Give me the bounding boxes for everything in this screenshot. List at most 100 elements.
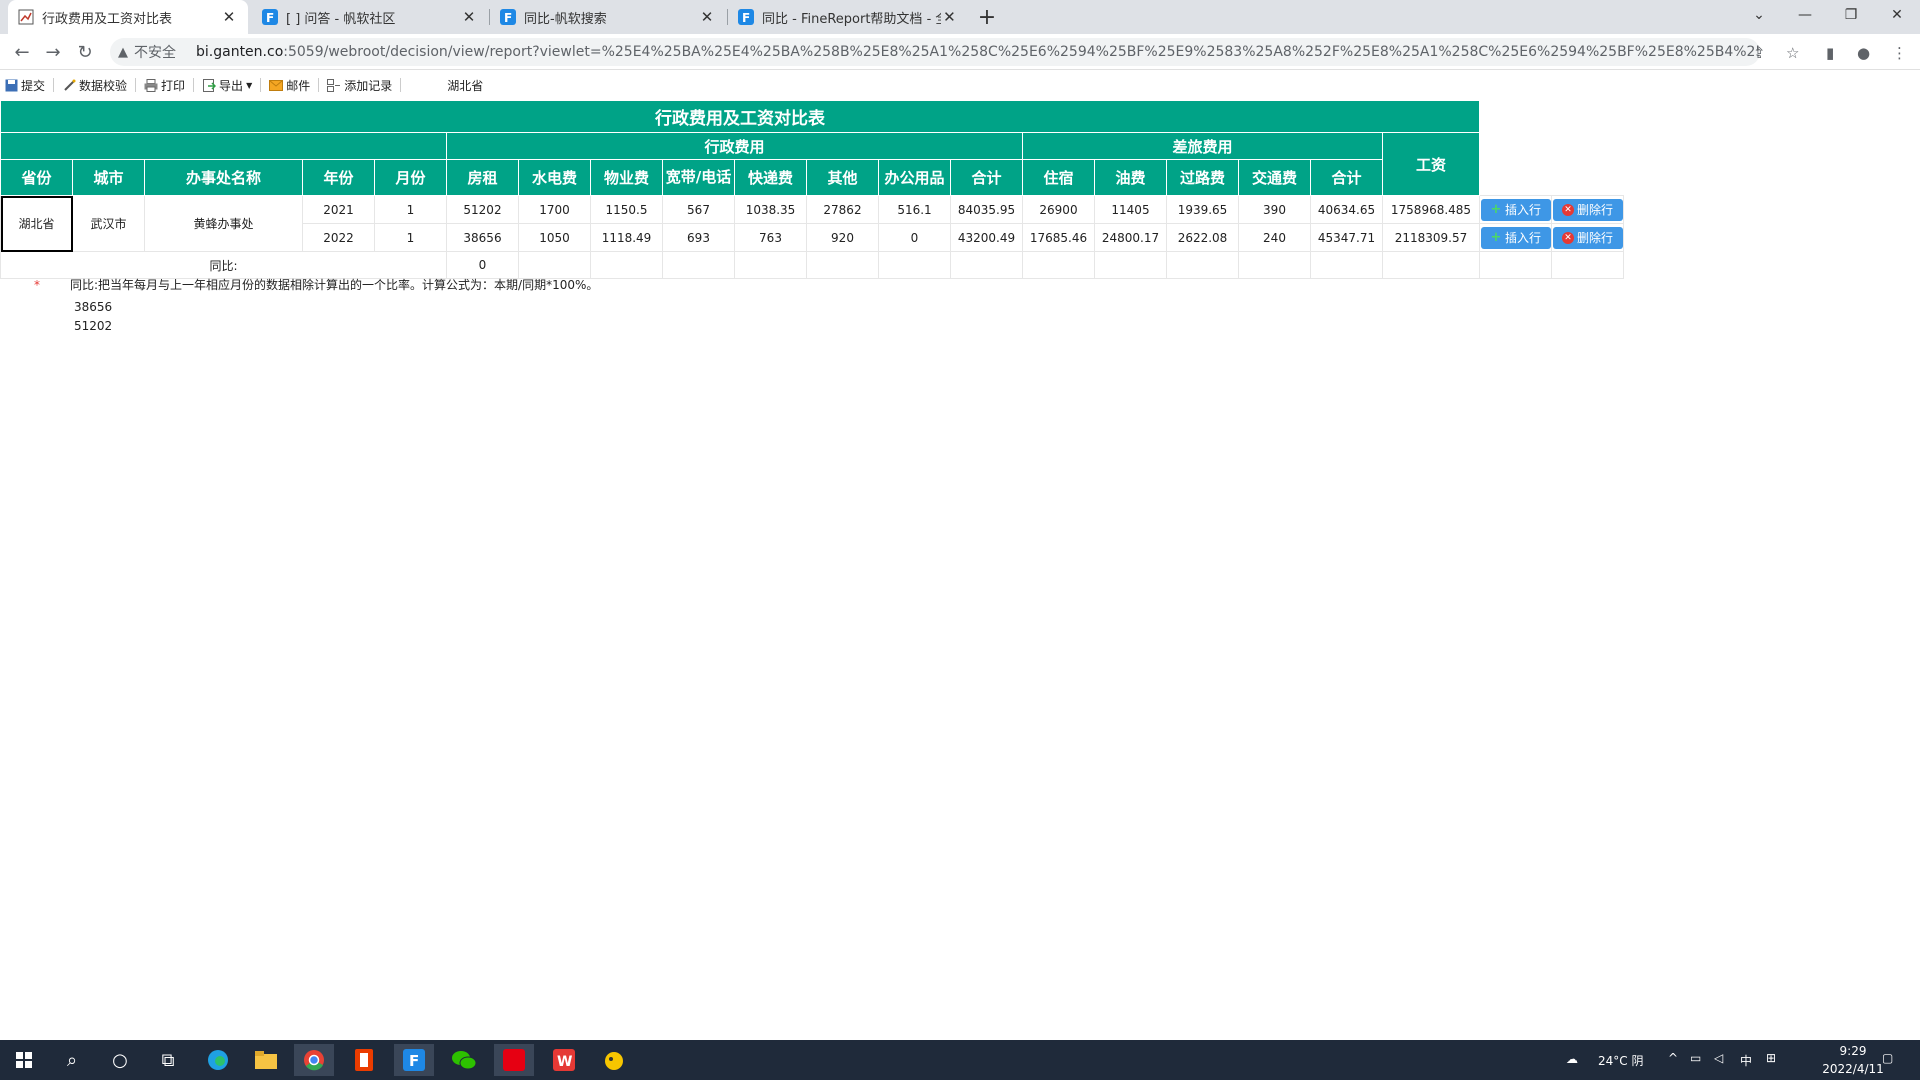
minimize-icon[interactable]: — bbox=[1782, 0, 1828, 30]
transport-cell[interactable]: 240 bbox=[1238, 223, 1311, 252]
add-record-button[interactable]: 添加记录 bbox=[323, 74, 396, 96]
report-title: 行政费用及工资对比表 bbox=[0, 100, 1480, 133]
restore-icon[interactable]: ❐ bbox=[1828, 0, 1874, 30]
wechat-icon[interactable] bbox=[444, 1044, 484, 1076]
windows-start-icon[interactable] bbox=[4, 1044, 44, 1076]
ime-mode-icon[interactable]: ⊞ bbox=[1766, 1051, 1776, 1065]
tray-expand-icon[interactable]: ^ bbox=[1668, 1051, 1678, 1065]
office-icon[interactable] bbox=[344, 1044, 384, 1076]
wps-icon[interactable]: W bbox=[544, 1044, 584, 1076]
weather-text[interactable]: 24°C 阴 bbox=[1598, 1052, 1643, 1069]
salary-cell[interactable]: 2118309.57 bbox=[1382, 223, 1480, 252]
rent-cell[interactable]: 51202 bbox=[446, 195, 519, 224]
side-panel-icon[interactable]: ▮ bbox=[1826, 44, 1834, 62]
utility-cell[interactable]: 1700 bbox=[518, 195, 591, 224]
broadband-cell[interactable]: 693 bbox=[662, 223, 735, 252]
broadband-cell[interactable]: 567 bbox=[662, 195, 735, 224]
toll-cell[interactable]: 2622.08 bbox=[1166, 223, 1239, 252]
share-icon[interactable]: ⇪ bbox=[1753, 44, 1766, 62]
tab-community[interactable]: F [ ] 问答 - 帆软社区 ✕ bbox=[252, 0, 488, 34]
menu-icon[interactable]: ⋮ bbox=[1892, 44, 1907, 62]
reload-icon[interactable]: ↻ bbox=[73, 40, 97, 64]
print-button[interactable]: 打印 bbox=[140, 74, 189, 96]
chrome-icon[interactable] bbox=[294, 1044, 334, 1076]
plus-icon: + bbox=[1490, 230, 1502, 245]
task-view-icon[interactable]: ⧉ bbox=[148, 1044, 188, 1076]
close-icon[interactable]: ✕ bbox=[220, 8, 238, 26]
year-cell[interactable]: 2022 bbox=[302, 223, 375, 252]
salary-cell[interactable]: 1758968.485 bbox=[1382, 195, 1480, 224]
province-cell[interactable]: 湖北省 bbox=[0, 195, 73, 252]
edge-icon[interactable] bbox=[198, 1044, 238, 1076]
office-cell[interactable]: 黄蜂办事处 bbox=[144, 195, 303, 252]
file-explorer-icon[interactable] bbox=[246, 1044, 286, 1076]
office-supplies-cell[interactable]: 0 bbox=[878, 223, 951, 252]
other-cell[interactable]: 920 bbox=[806, 223, 879, 252]
browser-toolbar: ← → ↻ ▲ 不安全 bi.ganten.co :5059/webroot/d… bbox=[0, 34, 1920, 70]
month-cell[interactable]: 1 bbox=[374, 195, 447, 224]
forward-icon[interactable]: → bbox=[41, 40, 65, 64]
tab-search-chevron-icon[interactable]: ⌄ bbox=[1736, 0, 1782, 30]
office-supplies-cell[interactable]: 516.1 bbox=[878, 195, 951, 224]
lodging-cell[interactable]: 26900 bbox=[1022, 195, 1095, 224]
insert-row-button[interactable]: + 插入行 bbox=[1480, 198, 1551, 221]
close-icon[interactable]: ✕ bbox=[460, 8, 478, 26]
transport-cell[interactable]: 390 bbox=[1238, 195, 1311, 224]
chevron-down-icon: ▼ bbox=[246, 80, 253, 90]
finereport-icon[interactable]: F bbox=[394, 1044, 434, 1076]
delete-icon: ✕ bbox=[1561, 231, 1574, 244]
province-parameter[interactable]: 湖北省 bbox=[443, 74, 487, 96]
delete-row-label: 删除行 bbox=[1576, 203, 1613, 217]
url-host: bi.ganten.co bbox=[196, 44, 284, 60]
validate-button[interactable]: 数据校验 bbox=[58, 74, 131, 96]
window-close-icon[interactable]: ✕ bbox=[1874, 0, 1920, 30]
fuel-cell[interactable]: 11405 bbox=[1094, 195, 1167, 224]
export-button[interactable]: 导出 ▼ bbox=[198, 74, 256, 96]
clock-time[interactable]: 9:29 bbox=[1818, 1044, 1888, 1058]
profile-icon[interactable]: ● bbox=[1857, 44, 1870, 62]
tab-help[interactable]: F 同比 - FineReport帮助文档 - 全 ✕ bbox=[728, 0, 968, 34]
express-cell[interactable]: 763 bbox=[734, 223, 807, 252]
search-icon[interactable]: ⌕ bbox=[52, 1044, 92, 1076]
tab-title: [ ] 问答 - 帆软社区 bbox=[286, 11, 396, 27]
toolbar-divider bbox=[318, 78, 320, 92]
toll-cell[interactable]: 1939.65 bbox=[1166, 195, 1239, 224]
header-month: 月份 bbox=[374, 159, 447, 196]
insert-row-label: 插入行 bbox=[1504, 231, 1541, 245]
insert-row-button[interactable]: + 插入行 bbox=[1480, 226, 1551, 249]
tab-search[interactable]: F 同比-帆软搜索 ✕ bbox=[490, 0, 726, 34]
network-icon[interactable]: ▭ bbox=[1690, 1051, 1701, 1065]
property-cell[interactable]: 1118.49 bbox=[590, 223, 663, 252]
back-icon[interactable]: ← bbox=[10, 40, 34, 64]
blank-cell bbox=[1480, 101, 1624, 133]
new-tab-button[interactable]: + bbox=[975, 5, 999, 30]
notification-icon[interactable]: ▢ bbox=[1882, 1051, 1893, 1065]
weather-icon[interactable]: ☁ bbox=[1566, 1052, 1578, 1066]
tab-report[interactable]: 行政费用及工资对比表 ✕ bbox=[8, 0, 248, 34]
volume-icon[interactable]: ◁ bbox=[1714, 1051, 1723, 1065]
cortana-icon[interactable]: ○ bbox=[100, 1044, 140, 1076]
other-cell[interactable]: 27862 bbox=[806, 195, 879, 224]
ime-indicator[interactable]: 中 bbox=[1740, 1052, 1752, 1069]
fuel-cell[interactable]: 24800.17 bbox=[1094, 223, 1167, 252]
express-cell[interactable]: 1038.35 bbox=[734, 195, 807, 224]
youdao-icon[interactable] bbox=[494, 1044, 534, 1076]
rent-cell[interactable]: 38656 bbox=[446, 223, 519, 252]
year-cell[interactable]: 2021 bbox=[302, 195, 375, 224]
tab-title: 行政费用及工资对比表 bbox=[42, 11, 173, 27]
star-icon[interactable]: ☆ bbox=[1786, 44, 1799, 62]
city-cell[interactable]: 武汉市 bbox=[72, 195, 145, 252]
property-cell[interactable]: 1150.5 bbox=[590, 195, 663, 224]
delete-row-button[interactable]: ✕ 删除行 bbox=[1552, 226, 1623, 249]
lodging-cell[interactable]: 17685.46 bbox=[1022, 223, 1095, 252]
mail-button[interactable]: 邮件 bbox=[265, 74, 314, 96]
delete-row-button[interactable]: ✕ 删除行 bbox=[1552, 198, 1623, 221]
utility-cell[interactable]: 1050 bbox=[518, 223, 591, 252]
close-icon[interactable]: ✕ bbox=[698, 8, 716, 26]
close-icon[interactable]: ✕ bbox=[941, 8, 958, 26]
yellow-app-icon[interactable] bbox=[594, 1044, 634, 1076]
address-bar[interactable]: ▲ 不安全 bi.ganten.co :5059/webroot/decisio… bbox=[110, 38, 1760, 66]
header-property: 物业费 bbox=[590, 159, 663, 196]
submit-button[interactable]: 提交 bbox=[0, 74, 49, 96]
month-cell[interactable]: 1 bbox=[374, 223, 447, 252]
